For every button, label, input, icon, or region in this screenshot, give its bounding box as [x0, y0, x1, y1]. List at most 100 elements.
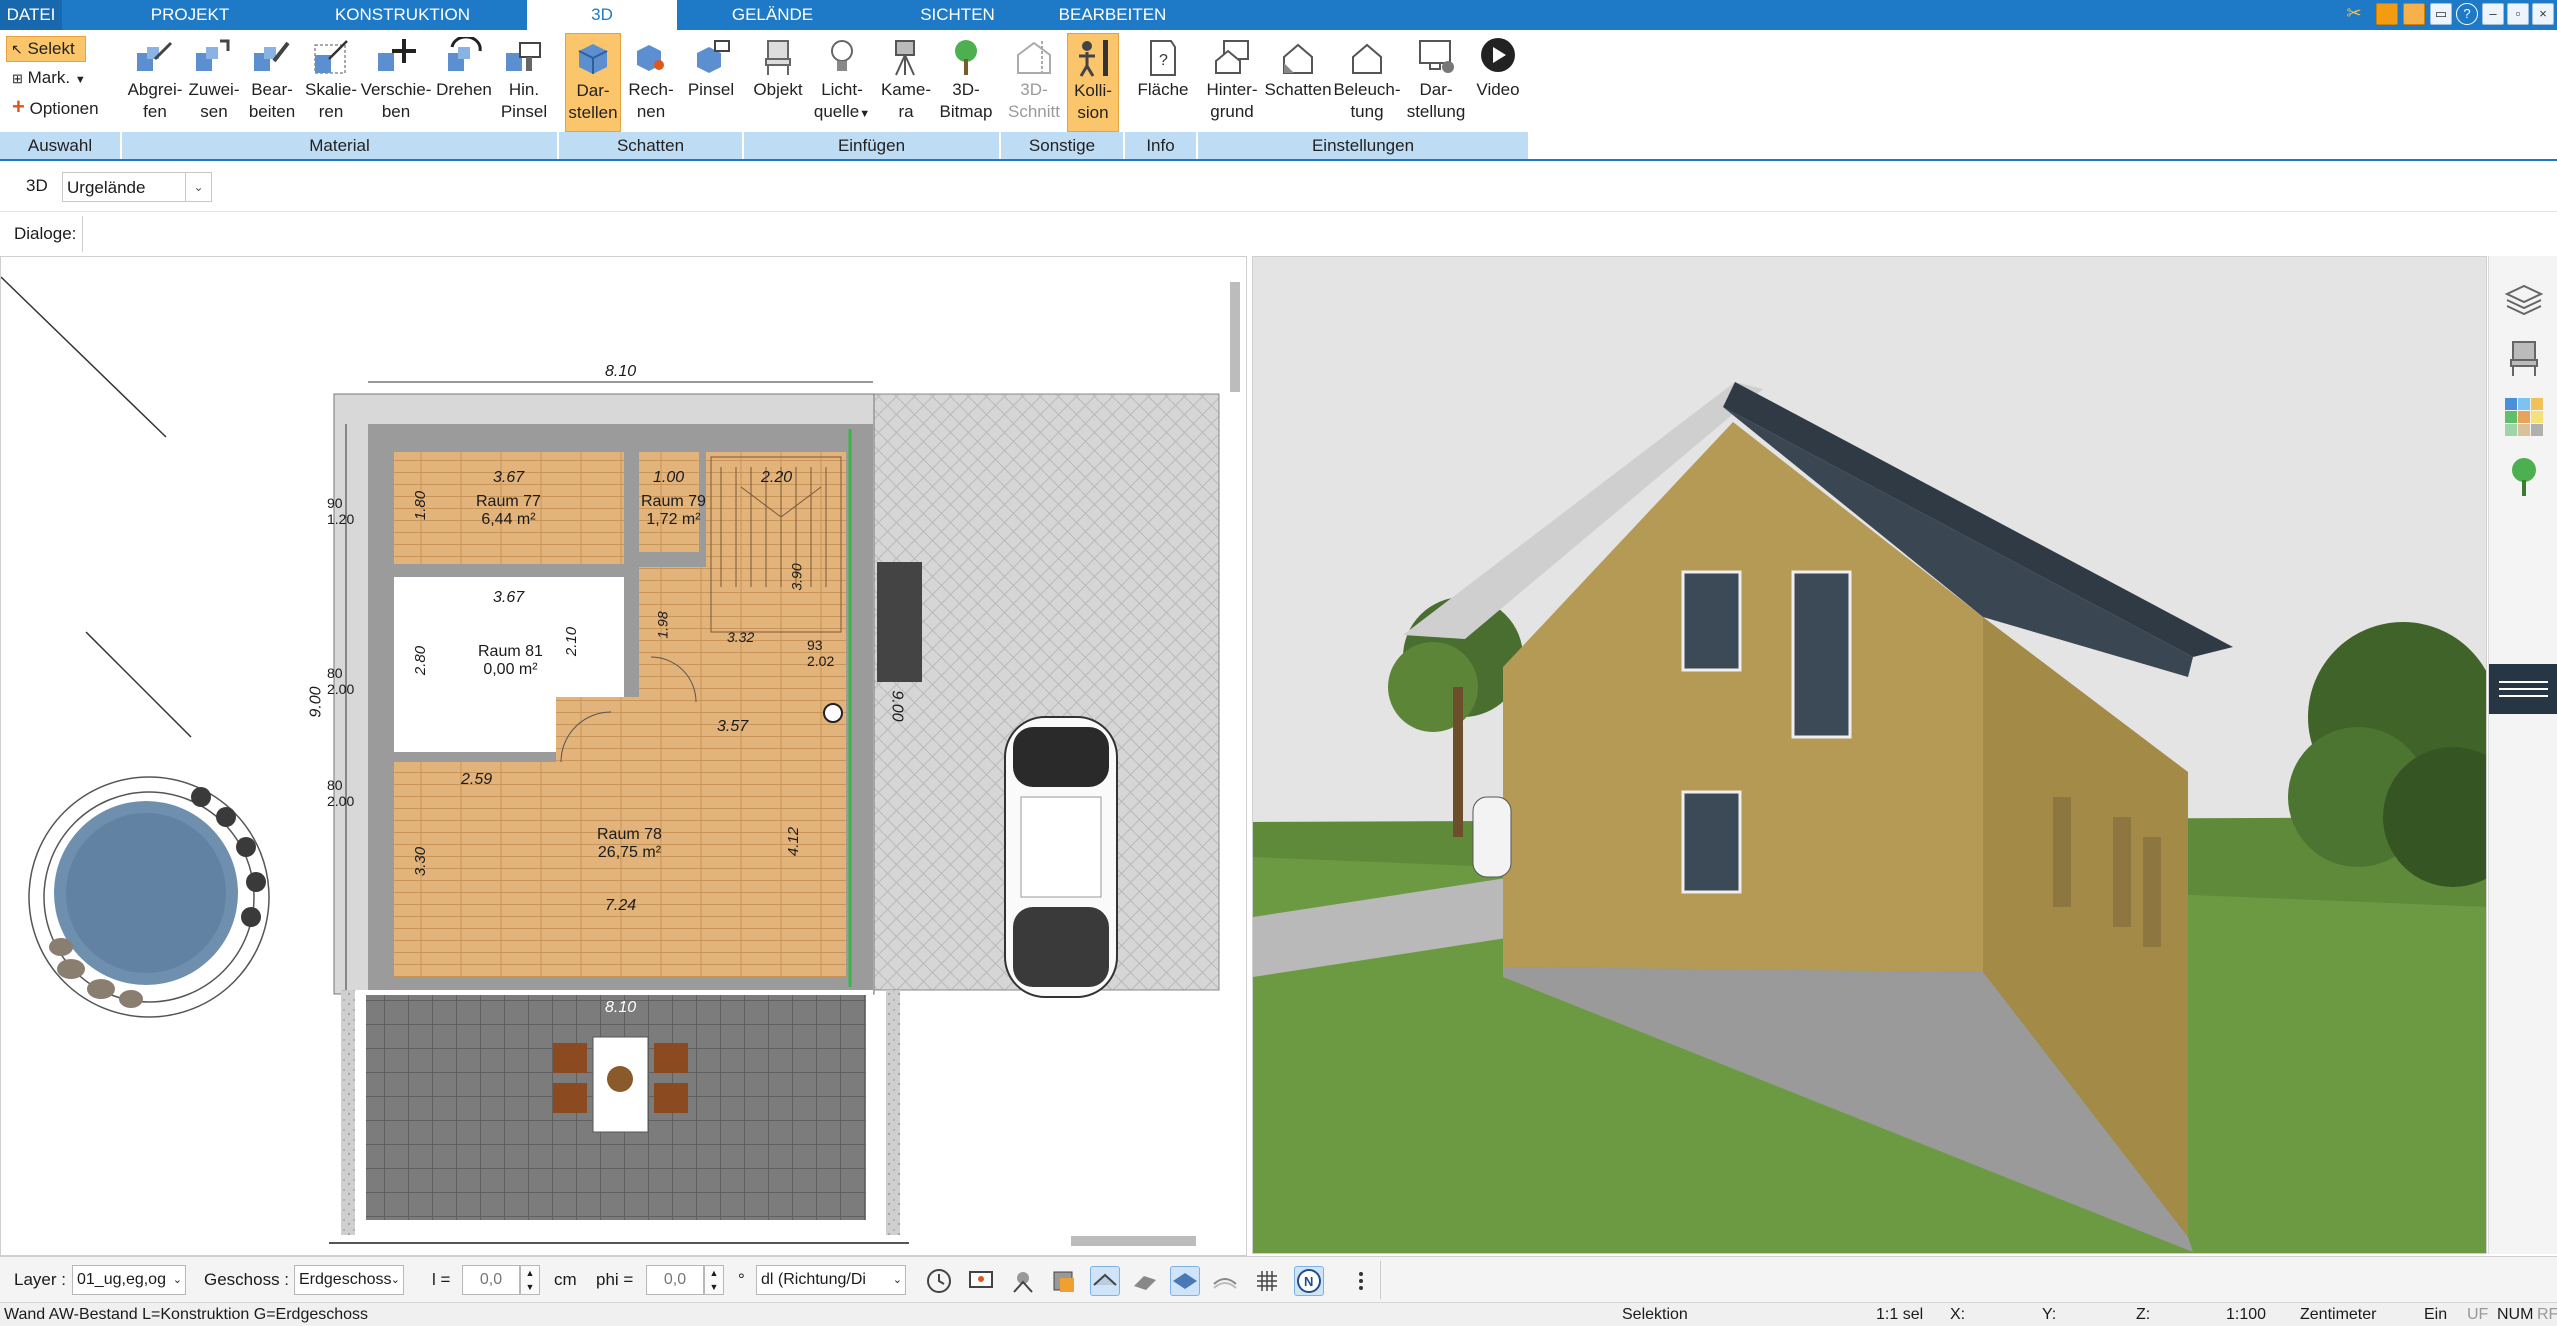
dim-right: 9.00	[888, 690, 906, 722]
terrain-dropdown[interactable]: Urgelände ⌄	[62, 172, 212, 202]
materials-icon[interactable]	[2503, 396, 2545, 438]
app-window: DATEI PROJEKT KONSTRUKTION 3D GELÄNDE SI…	[0, 0, 2557, 1326]
mark-button[interactable]: ⊞ Mark. ▼	[8, 66, 86, 90]
layers-icon[interactable]	[2503, 278, 2545, 320]
tab-datei[interactable]: DATEI	[0, 0, 62, 30]
background-icon	[1215, 40, 1249, 74]
grid-icon[interactable]	[1252, 1266, 1282, 1296]
3d-scene[interactable]	[1253, 257, 2487, 1254]
plus-icon: +	[12, 94, 25, 119]
flaeche-button[interactable]: ? Fläche	[1130, 33, 1196, 101]
car[interactable]	[1004, 716, 1118, 998]
dim-st1: 1.00	[653, 469, 685, 486]
orange-window-icon[interactable]	[2376, 3, 2398, 25]
tab-sichten[interactable]: SICHTEN	[900, 0, 1015, 30]
layer-label: Layer :	[14, 1270, 66, 1289]
tab-bearbeiten[interactable]: BEARBEITEN	[1050, 0, 1175, 30]
darstellung-button[interactable]: Dar-stellung	[1402, 33, 1470, 123]
sidebar-collapse-button[interactable]	[2489, 664, 2557, 714]
group-einfuegen: Einfügen	[744, 132, 999, 159]
rotate-icon	[448, 37, 482, 71]
minimize-button[interactable]: –	[2482, 3, 2504, 25]
eyedropper-icon	[137, 41, 173, 71]
clock-icon[interactable]	[924, 1266, 954, 1296]
gravel-strip	[341, 990, 355, 1235]
phi-input[interactable]: 0,0	[646, 1265, 704, 1295]
cursor-icon: ↖	[11, 41, 23, 57]
optionen-button[interactable]: + Optionen	[8, 94, 99, 120]
group-sonstige: Sonstige	[1001, 132, 1123, 159]
dim-h3: 1.98	[654, 611, 671, 639]
rechnen-button[interactable]: Rech-nen	[623, 33, 679, 123]
dim-r81-height2: 2.10	[563, 626, 581, 657]
dim-h2: 93 2.02	[807, 637, 835, 669]
tab-gelaende[interactable]: GELÄNDE	[710, 0, 835, 30]
3d-schnitt-button[interactable]: 3D- Schnitt	[1003, 33, 1065, 123]
skalieren-button[interactable]: Skalie-ren	[302, 33, 360, 123]
verschieben-button[interactable]: Verschie-ben	[360, 33, 432, 123]
screen-icon[interactable]	[966, 1266, 996, 1296]
help-icon[interactable]: ?	[2456, 3, 2478, 25]
video-button[interactable]: Video	[1470, 33, 1526, 101]
3d-bitmap-button[interactable]: 3D- Bitmap	[936, 33, 996, 123]
camera-small-icon[interactable]	[1008, 1266, 1038, 1296]
kollision-button[interactable]: Kolli-sion	[1067, 33, 1119, 132]
terrain-toggle-icon[interactable]	[1210, 1266, 1240, 1296]
floor-plan-view[interactable]: 8.10 9.00 9.00 8.10 3.67 1.80 Raum 77 6,4…	[0, 256, 1247, 1256]
brush-icon	[506, 42, 541, 71]
tree-icon[interactable]	[2503, 456, 2545, 498]
cube-small-icon[interactable]	[1048, 1266, 1078, 1296]
north-icon[interactable]: N	[1294, 1266, 1324, 1296]
group-einstellungen: Einstellungen	[1198, 132, 1528, 159]
dim-r78-left: 2.59	[461, 771, 493, 788]
assign-icon	[196, 39, 230, 71]
chair-icon[interactable]	[2503, 336, 2545, 378]
bearbeiten-button[interactable]: Bear-beiten	[242, 33, 302, 123]
crosshair-icon	[823, 703, 843, 723]
hintergrund-button[interactable]: Hinter-grund	[1200, 33, 1264, 123]
dim-r78-top: 3.57	[717, 718, 749, 735]
wall-toggle-icon[interactable]	[1130, 1266, 1160, 1296]
status-mode: Selektion	[1622, 1306, 1688, 1323]
hin-pinsel-button[interactable]: Hin. Pinsel	[496, 33, 552, 123]
kamera-button[interactable]: Kame-ra	[876, 33, 936, 123]
beleuchtung-button[interactable]: Beleuch-tung	[1332, 33, 1402, 123]
tab-3d[interactable]: 3D	[527, 0, 677, 32]
length-input[interactable]: 0,0	[462, 1265, 520, 1295]
zuweisen-button[interactable]: Zuwei-sen	[186, 33, 242, 123]
chevron-down-icon: ▼	[74, 74, 86, 86]
selekt-button[interactable]: ↖ Selekt	[6, 36, 86, 62]
3d-view[interactable]	[1252, 256, 2487, 1254]
objekt-button[interactable]: Objekt	[748, 33, 808, 101]
length-spinner[interactable]: ▲ ▼	[520, 1265, 540, 1295]
side-window	[2053, 797, 2071, 907]
tab-projekt[interactable]: PROJEKT	[130, 0, 250, 30]
roof-toggle-icon[interactable]	[1090, 1266, 1120, 1296]
print-icon[interactable]	[2403, 3, 2425, 25]
abgreifen-button[interactable]: Abgrei-fen	[124, 33, 186, 123]
floor-toggle-icon[interactable]	[1170, 1266, 1200, 1296]
schatten-einstellung-button[interactable]: Schatten	[1264, 33, 1332, 101]
direction-dropdown[interactable]: dl (Richtung/Di ⌄	[756, 1265, 906, 1295]
pinsel-schatten-button[interactable]: Pinsel	[681, 33, 741, 101]
darstellen-button[interactable]: Dar-stellen	[565, 33, 621, 132]
more-options-icon[interactable]	[1346, 1266, 1376, 1296]
dim-st2: 2.20	[761, 469, 793, 486]
tools-icon[interactable]: ✂	[2343, 3, 2365, 25]
mark-icon: ⊞	[12, 71, 23, 86]
restore-button[interactable]: ▫	[2507, 3, 2529, 25]
tab-konstruktion[interactable]: KONSTRUKTION	[320, 0, 485, 30]
lichtquelle-button[interactable]: Licht-quelle▼	[808, 33, 876, 125]
geschoss-dropdown[interactable]: Erdgeschoss ⌄	[294, 1265, 404, 1295]
svg-text:N: N	[1304, 1274, 1313, 1289]
chevron-down-icon[interactable]: ⌄	[185, 173, 211, 201]
close-button[interactable]: ×	[2532, 3, 2554, 25]
floor-plan-canvas[interactable]	[1, 257, 1247, 1256]
toolbar-menu-icon[interactable]: ▭	[2430, 3, 2452, 25]
group-material: Material	[122, 132, 557, 159]
phi-spinner[interactable]: ▲ ▼	[704, 1265, 724, 1295]
layer-dropdown[interactable]: 01_ug,eg,og ⌄	[72, 1265, 186, 1295]
pond[interactable]	[28, 776, 270, 1018]
side-window	[2143, 837, 2161, 947]
drehen-button[interactable]: Drehen	[432, 33, 496, 101]
